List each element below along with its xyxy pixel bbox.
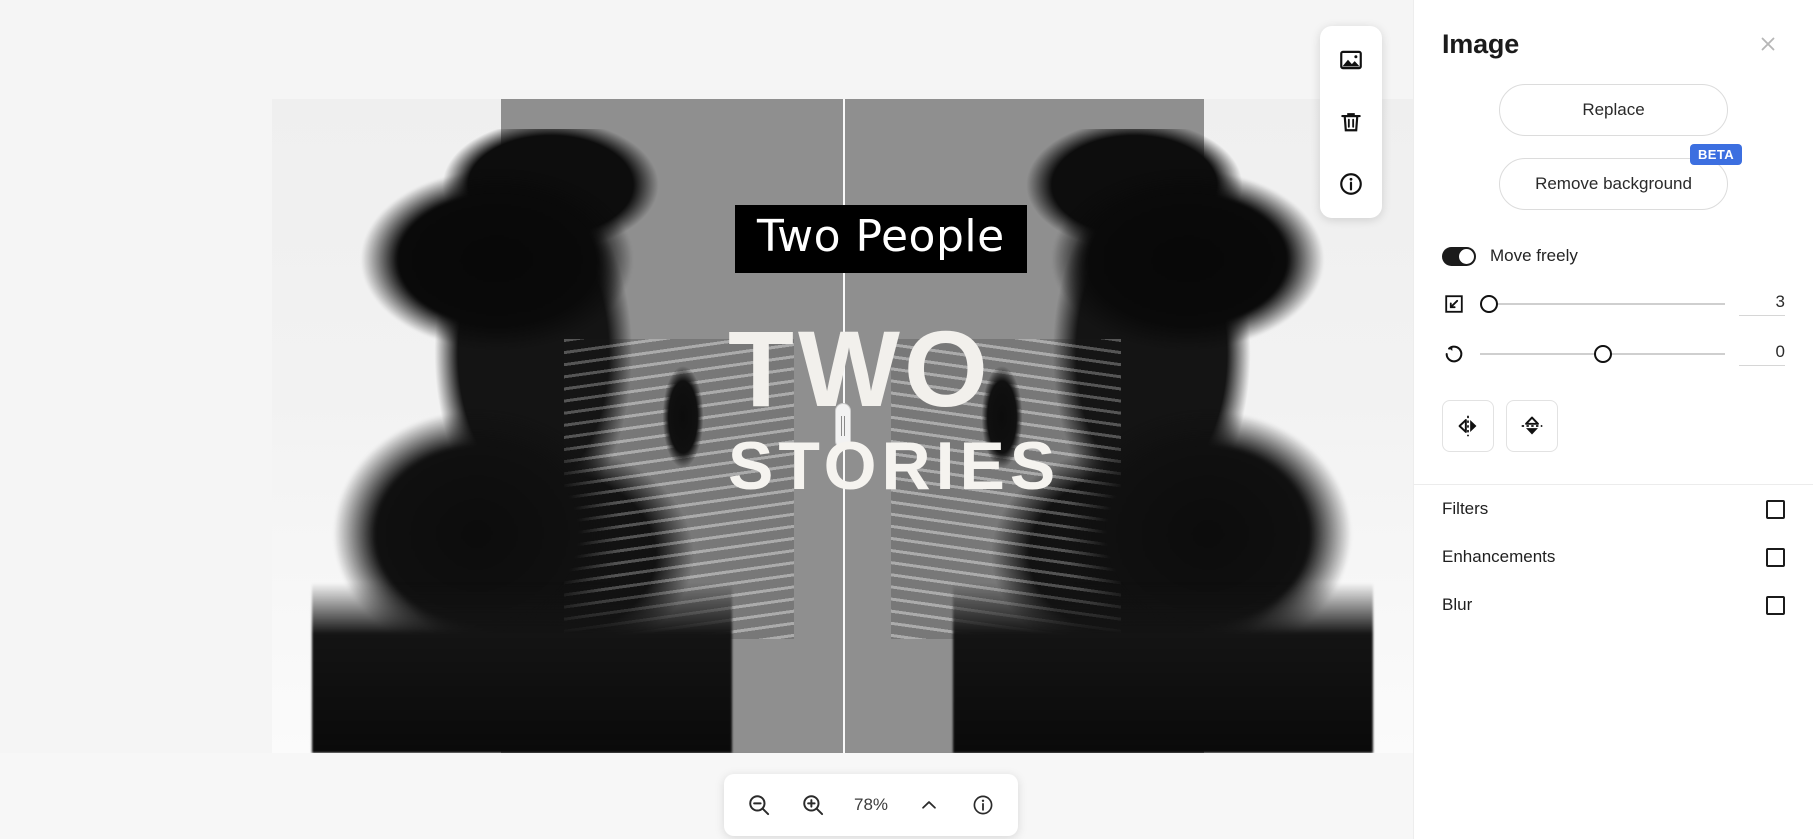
move-freely-toggle[interactable] — [1442, 246, 1476, 266]
zoom-level-value[interactable]: 78% — [850, 795, 892, 815]
info-icon-button[interactable] — [1331, 164, 1371, 204]
rotation-slider-thumb[interactable] — [1593, 345, 1612, 363]
beta-badge: BETA — [1689, 144, 1742, 165]
info-icon — [973, 795, 993, 815]
flip-horizontal-icon — [1458, 415, 1477, 437]
artboard[interactable]: Two People TWO STORIES — [0, 0, 1413, 753]
shoulder-left — [312, 583, 732, 753]
flip-horizontal-button[interactable] — [1442, 400, 1494, 452]
close-icon — [1761, 37, 1775, 51]
delete-icon-button[interactable] — [1331, 102, 1371, 142]
accordion-enhancements-label: Enhancements — [1442, 547, 1556, 566]
hair-left — [347, 133, 647, 363]
remove-background-wrapper: BETA Remove background — [1499, 144, 1742, 210]
move-freely-row[interactable]: Move freely — [1442, 246, 1785, 266]
zoom-in-button[interactable] — [796, 788, 830, 822]
rotation-slider-track-wrap[interactable] — [1480, 342, 1725, 366]
image-properties-panel: Image Replace BETA Remove background Mov… — [1413, 0, 1813, 839]
scale-slider-track — [1480, 303, 1725, 305]
accordion-blur[interactable]: Blur — [1442, 581, 1785, 629]
overlay-badge-text[interactable]: Two People — [735, 205, 1027, 273]
square-outline-icon[interactable] — [1766, 547, 1785, 567]
square-outline-icon[interactable] — [1766, 595, 1785, 615]
accordion-enhancements[interactable]: Enhancements — [1442, 533, 1785, 581]
accordion-filters[interactable]: Filters — [1442, 485, 1785, 533]
canvas-info-button[interactable] — [966, 788, 1000, 822]
resize-icon — [1442, 292, 1466, 316]
zoom-presets-button[interactable] — [912, 788, 946, 822]
shoulder-right — [953, 583, 1373, 753]
overlay-headline-line1[interactable]: TWO — [728, 315, 992, 423]
zoom-in-icon — [803, 795, 824, 816]
accordion-blur-label: Blur — [1442, 595, 1473, 614]
panel-title: Image — [1442, 28, 1520, 59]
flip-vertical-icon — [1521, 416, 1543, 435]
scale-value[interactable]: 3 — [1739, 292, 1785, 316]
zoom-toolbar: 78% — [724, 774, 1018, 836]
info-icon — [1340, 173, 1362, 195]
scale-slider-thumb[interactable] — [1480, 295, 1498, 313]
flip-vertical-button[interactable] — [1506, 400, 1558, 452]
replace-image-button[interactable]: Replace — [1499, 84, 1728, 136]
image-icon-button[interactable] — [1331, 40, 1371, 80]
figure-left — [660, 357, 706, 477]
scale-slider-track-wrap[interactable] — [1480, 292, 1725, 316]
overlay-headline-line2[interactable]: STORIES — [728, 432, 1060, 500]
move-freely-label: Move freely — [1490, 246, 1578, 265]
image-float-toolbar — [1320, 26, 1382, 218]
close-panel-button[interactable] — [1751, 27, 1785, 61]
canvas-area[interactable]: Two People TWO STORIES 78% — [0, 0, 1413, 839]
rotation-slider-row[interactable]: 0 — [1442, 342, 1785, 366]
toggle-knob — [1459, 248, 1474, 264]
zoom-out-icon — [749, 795, 770, 816]
remove-background-button[interactable]: Remove background — [1499, 158, 1728, 210]
scale-slider-row[interactable]: 3 — [1442, 292, 1785, 316]
hair-right — [1038, 133, 1338, 363]
square-outline-icon[interactable] — [1766, 499, 1785, 519]
zoom-out-button[interactable] — [742, 788, 776, 822]
rotation-value[interactable]: 0 — [1739, 342, 1785, 366]
image-editor-app: Two People TWO STORIES 78% Image Replace… — [0, 0, 1813, 839]
chevron-up-icon — [922, 801, 936, 809]
flip-buttons-row — [1442, 400, 1785, 452]
trash-icon — [1341, 113, 1361, 132]
accordion-filters-label: Filters — [1442, 499, 1489, 518]
image-icon — [1340, 50, 1362, 70]
rotate-counterclockwise-icon — [1442, 342, 1466, 366]
panel-header: Image — [1442, 0, 1785, 74]
